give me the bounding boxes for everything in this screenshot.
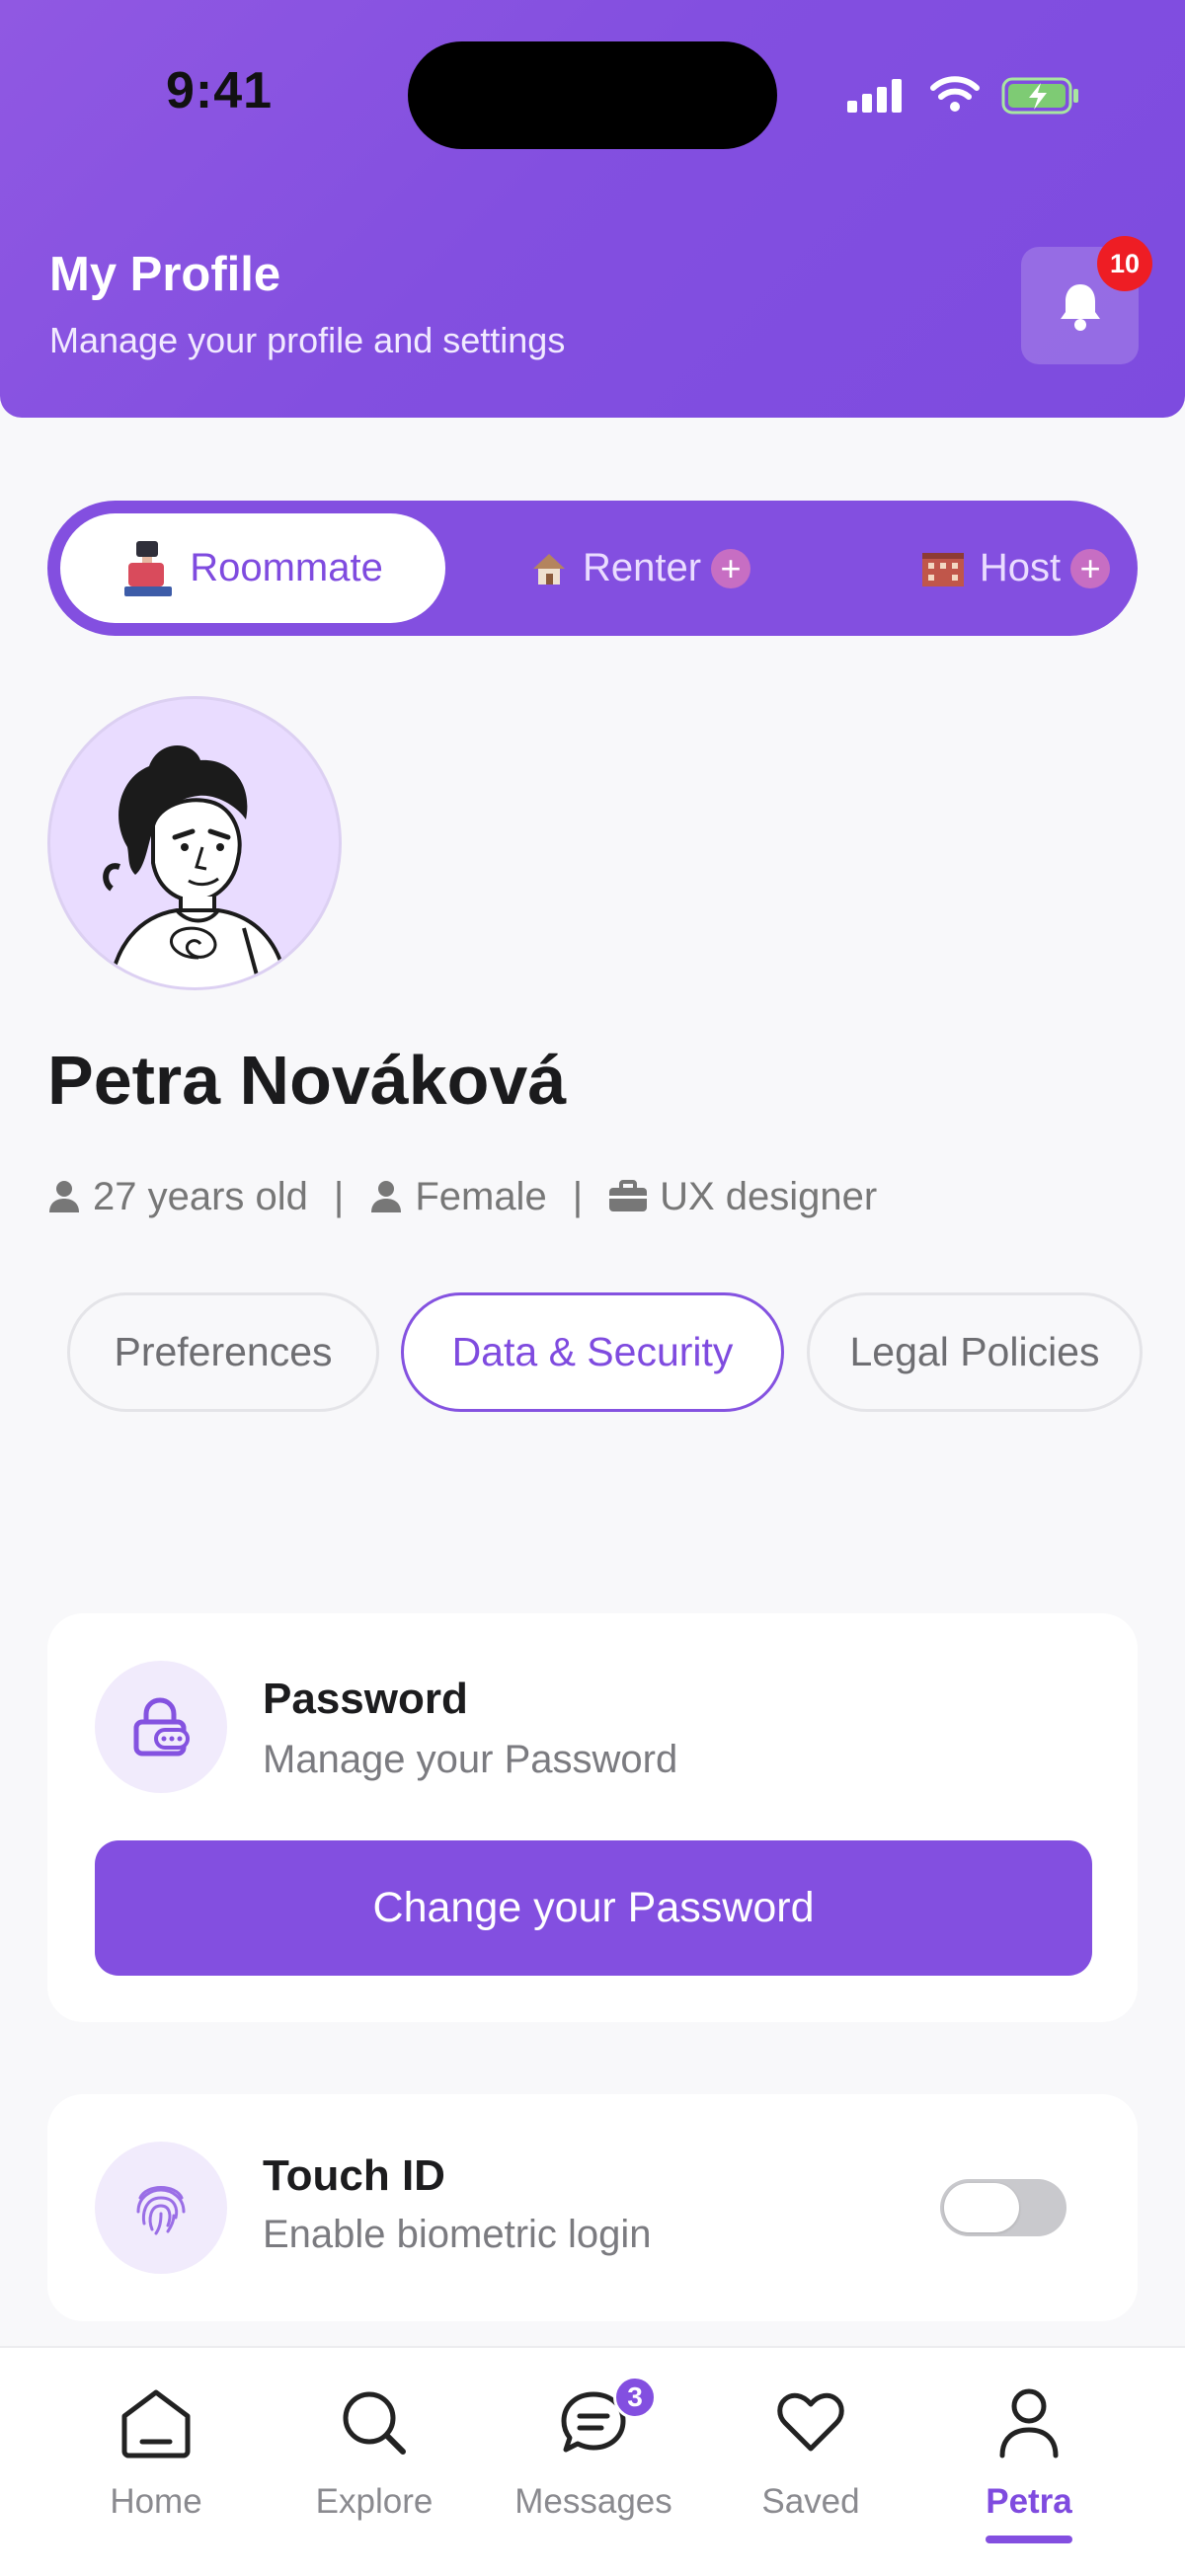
role-renter-label: Renter [582,546,702,589]
nav-home-label: Home [110,2482,202,2521]
touch-id-subtitle: Enable biometric login [263,2213,652,2256]
add-host-icon[interactable]: + [1070,548,1111,588]
person-icon [47,1179,81,1214]
building-icon [920,549,966,588]
role-roommate[interactable]: Roommate [60,513,445,623]
signal-icon [847,79,902,113]
nav-profile[interactable]: Petra [930,2383,1128,2551]
fingerprint-icon [95,2142,227,2274]
wifi-icon [930,76,980,112]
touch-id-card: Touch ID Enable biometric login [47,2094,1138,2321]
nav-home[interactable]: Home [57,2383,255,2551]
profile-header: 9:41 My Profile Manage your profile and … [0,0,1185,418]
nav-explore-label: Explore [315,2482,434,2521]
dynamic-island [408,41,777,149]
nav-profile-label: Petra [986,2482,1072,2521]
battery-icon [1001,77,1078,115]
role-roommate-label: Roommate [190,546,383,589]
password-card: Password Manage your Password Change you… [47,1613,1138,2022]
home-icon [118,2383,194,2462]
bell-icon [1060,283,1100,331]
roommate-icon [122,539,176,598]
add-renter-icon[interactable]: + [711,548,751,588]
search-icon [340,2383,409,2462]
toggle-knob [944,2183,1019,2232]
notification-badge: 10 [1097,236,1152,291]
nav-messages[interactable]: 3 Messages [495,2376,692,2551]
active-tab-indicator [986,2536,1072,2543]
tab-preferences[interactable]: Preferences [67,1292,379,1412]
bottom-nav: Home Explore 3 Messages Saved Petra [0,2346,1185,2576]
avatar[interactable] [47,696,342,990]
meta-separator: | [333,1174,345,1218]
house-icon [529,549,569,588]
password-title: Password [263,1675,468,1723]
role-switcher: Roommate Renter + Host + [47,501,1138,636]
status-time: 9:41 [166,62,274,119]
profile-age: 27 years old [93,1174,308,1218]
nav-saved[interactable]: Saved [712,2383,909,2551]
tab-data-security[interactable]: Data & Security [401,1292,784,1412]
touch-id-title: Touch ID [263,2151,445,2200]
nav-saved-label: Saved [761,2482,860,2521]
page-subtitle: Manage your profile and settings [49,320,566,360]
role-host-label: Host [979,546,1062,589]
profile-meta: 27 years old | Female | UX designer [47,1171,877,1222]
heart-icon [776,2383,845,2462]
tab-legal-policies[interactable]: Legal Policies [807,1292,1143,1412]
profile-name: Petra Nováková [47,1042,567,1119]
profile-occupation: UX designer [660,1174,878,1218]
role-renter[interactable]: Renter + [512,513,768,623]
role-host[interactable]: Host + [897,513,1134,623]
user-icon [997,2383,1061,2462]
profile-gender: Female [415,1174,547,1218]
messages-badge: 3 [613,2376,657,2419]
briefcase-icon [608,1180,648,1213]
lock-icon [95,1661,227,1793]
avatar-illustration [103,744,289,987]
nav-messages-label: Messages [514,2482,672,2521]
meta-separator: | [572,1174,584,1218]
touch-id-toggle[interactable] [940,2179,1066,2236]
password-subtitle: Manage your Password [263,1738,678,1781]
change-password-button[interactable]: Change your Password [95,1840,1092,1976]
nav-explore[interactable]: Explore [276,2383,473,2551]
page-title: My Profile [49,248,281,301]
gender-icon [369,1179,403,1214]
